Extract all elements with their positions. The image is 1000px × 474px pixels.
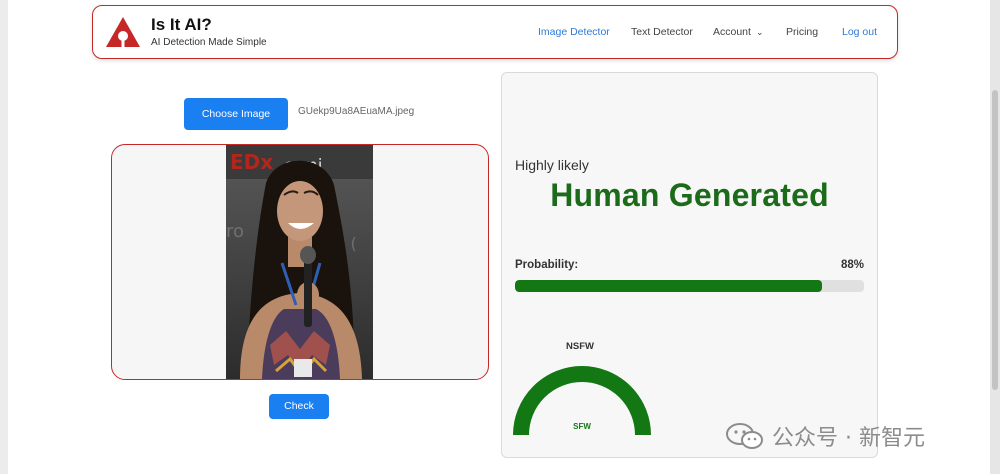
sfw-label: SFW <box>573 422 591 431</box>
nav-account[interactable]: Account ⌄ <box>713 26 764 38</box>
brand-subtitle: AI Detection Made Simple <box>151 37 267 48</box>
chevron-down-icon: ⌄ <box>755 27 764 37</box>
nav-image-detector[interactable]: Image Detector <box>538 26 610 38</box>
nav-logout[interactable]: Log out <box>842 26 877 38</box>
probability-value: 88% <box>840 259 864 271</box>
svg-text:ro: ro <box>226 221 244 242</box>
uploaded-photo: EDx ermi ro x ( <box>226 145 373 379</box>
logo-icon[interactable] <box>105 16 141 48</box>
probability-bar <box>515 280 864 292</box>
probability-label: Probability: <box>515 259 579 271</box>
nsfw-label: NSFW <box>566 341 594 352</box>
nav-text-detector[interactable]: Text Detector <box>631 26 693 38</box>
navbar: Is It AI? AI Detection Made Simple Image… <box>92 5 898 59</box>
image-preview-panel: EDx ermi ro x ( <box>111 144 489 380</box>
verdict-text: Human Generated <box>550 177 829 213</box>
choose-image-button[interactable]: Choose Image <box>184 98 288 130</box>
scrollbar[interactable] <box>990 0 1000 474</box>
check-button[interactable]: Check <box>269 394 329 419</box>
selected-filename: GUekp9Ua8AEuaMA.jpeg <box>298 106 415 117</box>
watermark-text: 公众号 · 新智元 <box>772 426 925 451</box>
svg-text:EDx: EDx <box>230 150 273 174</box>
brand-title[interactable]: Is It AI? <box>151 15 212 35</box>
probability-bar-fill <box>515 280 823 292</box>
result-card: Highly likely Human Generated Probabilit… <box>501 72 878 458</box>
nav-pricing[interactable]: Pricing <box>786 26 818 38</box>
wechat-icon <box>726 423 763 449</box>
nsfw-gauge: SFW <box>513 366 651 436</box>
scrollbar-thumb[interactable] <box>992 90 998 390</box>
nav-account-label: Account <box>713 26 751 38</box>
likelihood-text: Highly likely <box>515 157 589 173</box>
